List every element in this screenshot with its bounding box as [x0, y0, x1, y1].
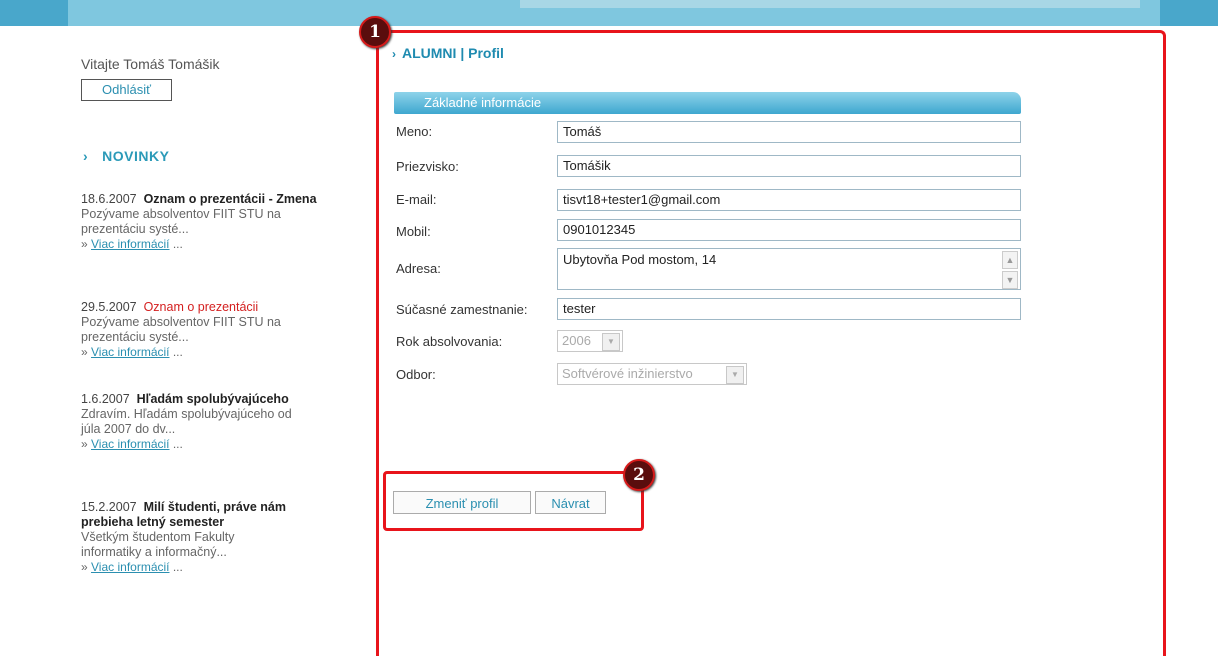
more-info-link[interactable]: Viac informácií	[91, 345, 169, 359]
more-info: » Viac informácií ...	[81, 560, 183, 574]
page-title-label: ALUMNI | Profil	[402, 45, 504, 61]
back-button[interactable]: Návrat	[535, 491, 606, 514]
news-heading-label: NOVINKY	[102, 148, 170, 164]
rok-select[interactable]: 2006 ▼	[557, 330, 623, 352]
zamestnanie-field[interactable]: tester	[557, 298, 1021, 320]
banner-left	[0, 0, 68, 26]
priezvisko-field[interactable]: Tomášik	[557, 155, 1021, 177]
news-item: 15.2.2007 Milí študenti, práve nám prebi…	[81, 500, 331, 575]
label-zamestnanie: Súčasné zamestnanie:	[396, 302, 528, 317]
textarea-scrollbar[interactable]: ▲ ▼	[1002, 251, 1018, 289]
news-title-link[interactable]: Oznam o prezentácii - Zmena	[144, 192, 317, 206]
meno-field[interactable]: Tomáš	[557, 121, 1021, 143]
news-excerpt: Pozývame absolventov FIIT STU na prezent…	[81, 315, 281, 344]
more-info-link[interactable]: Viac informácií	[91, 560, 169, 574]
top-banner	[0, 0, 1218, 26]
news-date: 18.6.2007	[81, 192, 137, 206]
mobil-field[interactable]: 0901012345	[557, 219, 1021, 241]
logout-button[interactable]: Odhlásiť	[81, 79, 172, 101]
section-title: Základné informácie	[424, 95, 542, 110]
email-field[interactable]: tisvt18+tester1@gmail.com	[557, 189, 1021, 211]
change-profile-button[interactable]: Zmeniť profil	[393, 491, 531, 514]
news-date: 1.6.2007	[81, 392, 130, 406]
label-email: E-mail:	[396, 192, 437, 207]
scroll-down-icon[interactable]: ▼	[1002, 271, 1018, 289]
adresa-value: Ubytovňa Pod mostom, 14	[563, 252, 717, 267]
news-excerpt: Všetkým študentom Fakulty informatiky a …	[81, 530, 235, 559]
news-title-link[interactable]: Hľadám spolubývajúceho	[137, 392, 289, 406]
label-meno: Meno:	[396, 124, 433, 139]
label-rok: Rok absolvovania:	[396, 334, 503, 349]
more-info: » Viac informácií ...	[81, 237, 183, 251]
label-adresa: Adresa:	[396, 261, 441, 276]
news-date: 29.5.2007	[81, 300, 137, 314]
more-info-link[interactable]: Viac informácií	[91, 437, 169, 451]
chevron-down-icon[interactable]: ▼	[602, 333, 620, 351]
chevron-right-icon: ›	[83, 148, 89, 164]
chevron-right-icon: ›	[392, 47, 396, 61]
label-mobil: Mobil:	[396, 224, 431, 239]
more-info-link[interactable]: Viac informácií	[91, 237, 169, 251]
more-info: » Viac informácií ...	[81, 345, 183, 359]
news-item: 29.5.2007 Oznam o prezentácii Pozývame a…	[81, 300, 331, 360]
news-item: 18.6.2007 Oznam o prezentácii - Zmena Po…	[81, 192, 331, 252]
section-header: Základné informácie	[394, 92, 1021, 114]
label-odbor: Odbor:	[396, 367, 436, 382]
scroll-up-icon[interactable]: ▲	[1002, 251, 1018, 269]
news-title-link[interactable]: Oznam o prezentácii	[144, 300, 259, 314]
news-excerpt: Pozývame absolventov FIIT STU na prezent…	[81, 207, 281, 236]
chevron-down-icon[interactable]: ▼	[726, 366, 744, 384]
banner-band	[520, 0, 1140, 8]
news-item: 1.6.2007 Hľadám spolubývajúceho Zdravím.…	[81, 392, 331, 452]
welcome-text: Vitajte Tomáš Tomášik	[81, 56, 220, 72]
rok-value: 2006	[562, 333, 591, 348]
odbor-select[interactable]: Softvérové inžinierstvo ▼	[557, 363, 747, 385]
more-info: » Viac informácií ...	[81, 437, 183, 451]
annotation-badge-1: 1	[359, 16, 391, 48]
label-priezvisko: Priezvisko:	[396, 159, 459, 174]
news-date: 15.2.2007	[81, 500, 137, 514]
news-excerpt: Zdravím. Hľadám spolubývajúceho od júla …	[81, 407, 292, 436]
banner-right	[1160, 0, 1218, 26]
page-title: › ALUMNI | Profil	[392, 45, 504, 61]
news-heading: › NOVINKY	[83, 148, 169, 164]
adresa-textarea[interactable]: Ubytovňa Pod mostom, 14 ▲ ▼	[557, 248, 1021, 290]
annotation-badge-2: 2	[623, 459, 655, 491]
odbor-value: Softvérové inžinierstvo	[562, 366, 693, 381]
